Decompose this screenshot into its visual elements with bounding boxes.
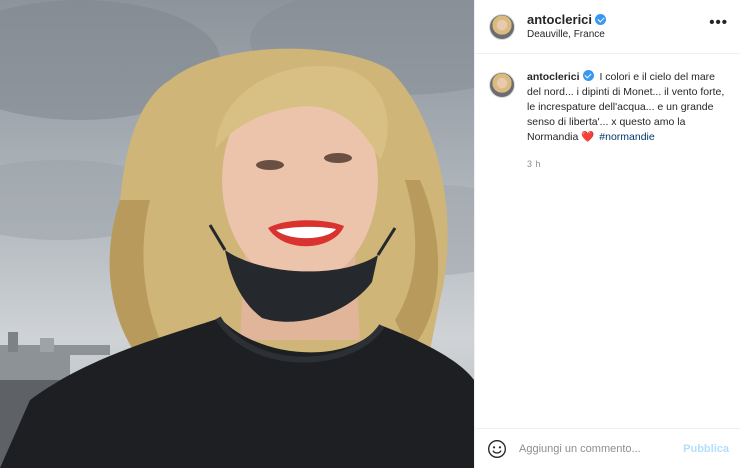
caption-avatar[interactable]: [489, 72, 515, 98]
comment-input[interactable]: [519, 442, 684, 455]
post-photo[interactable]: [0, 0, 474, 468]
hashtag-link[interactable]: #normandie: [599, 131, 654, 143]
caption-block: antoclerici I colori e il cielo del mare…: [475, 54, 740, 169]
comment-bar: Pubblica: [475, 428, 740, 468]
username-link[interactable]: antoclerici: [527, 12, 607, 27]
selfie-illustration: [0, 0, 474, 468]
post-details-panel: antoclerici Deauville, France ••• antocl…: [474, 0, 740, 468]
heart-emoji-icon: ❤️: [581, 131, 595, 143]
caption-username[interactable]: antoclerici: [527, 70, 594, 83]
verified-badge-icon: [595, 14, 607, 25]
username-label: antoclerici: [527, 12, 593, 27]
emoji-icon[interactable]: [487, 439, 507, 459]
avatar[interactable]: [489, 14, 515, 40]
caption-username-label: antoclerici: [527, 71, 580, 83]
more-options-icon[interactable]: •••: [709, 15, 728, 30]
publish-button[interactable]: Pubblica: [683, 443, 729, 455]
verified-badge-icon: [582, 70, 594, 81]
post-timestamp[interactable]: 3 h: [527, 159, 725, 169]
caption-text: antoclerici I colori e il cielo del mare…: [527, 70, 725, 145]
post-header: antoclerici Deauville, France •••: [475, 0, 740, 54]
location-link[interactable]: Deauville, France: [527, 29, 605, 40]
